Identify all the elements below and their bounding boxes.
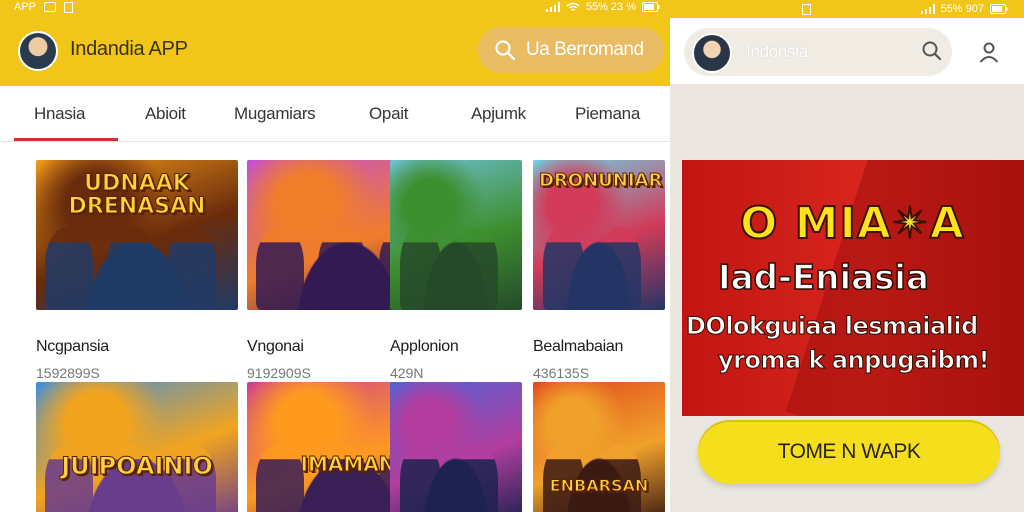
- search-bar[interactable]: Ua Berromand: [478, 27, 664, 73]
- game-character: [457, 445, 498, 512]
- tab-apjumk[interactable]: Apjumk: [471, 104, 526, 124]
- app-home-screen: APP 55% 23 % Indandia APP Ua Berromand H…: [0, 0, 670, 512]
- battery-icon: [990, 4, 1008, 14]
- tab-opait[interactable]: Opait: [369, 104, 408, 124]
- game-character: [400, 445, 441, 512]
- game-logo: DRONUNIAR: [539, 170, 663, 191]
- game-character: [543, 227, 584, 310]
- game-logo: JUIPOAINIO: [61, 452, 214, 480]
- app-title: Indandia APP: [70, 38, 188, 60]
- game-name: Vngonai: [247, 338, 304, 355]
- promo-subtitle: DOlokguiaa lesmaialid: [686, 312, 979, 341]
- signal-icon: [920, 4, 935, 14]
- search-label: Ua Berromand: [526, 39, 644, 60]
- battery-icon: [642, 2, 660, 12]
- status-bar: APP 55% 23 %: [0, 0, 670, 14]
- game-name: Applonion: [390, 338, 459, 355]
- cta-button[interactable]: TOME N WAPK: [698, 420, 1000, 484]
- search-label: Indonsia: [746, 42, 808, 61]
- signal-icon: [545, 2, 560, 12]
- search-header: Indonsia: [670, 18, 1024, 84]
- game-character: [256, 227, 304, 310]
- status-battery-text: 55% 23 %: [585, 1, 636, 13]
- promo-subtitle: yroma k anpugaibm!: [717, 346, 990, 375]
- status-bar: 55% 907: [670, 0, 1024, 18]
- search-icon: [495, 40, 516, 61]
- game-thumbnail[interactable]: [390, 160, 522, 310]
- game-name: Ncgpansia: [36, 338, 109, 355]
- game-character: [318, 227, 366, 310]
- tab-piemana[interactable]: Piemana: [575, 104, 640, 124]
- file-icon: [64, 1, 74, 13]
- avatar[interactable]: [692, 33, 732, 73]
- game-thumbnail[interactable]: JUIPOAINIO: [36, 382, 238, 512]
- game-thumbnail[interactable]: [390, 382, 522, 512]
- game-logo: UDNAAK DRENASAN: [68, 171, 206, 220]
- game-thumbnail[interactable]: ENBARSAN: [533, 382, 665, 512]
- promo-headline: O MIA✴A: [739, 197, 965, 250]
- status-battery-text: 55% 907: [940, 3, 984, 15]
- game-character: [45, 227, 93, 310]
- game-character: [600, 227, 641, 310]
- game-download-count: 9192909S: [247, 365, 311, 381]
- wifi-icon: [566, 2, 580, 11]
- game-download-count: 429N: [390, 365, 424, 381]
- avatar[interactable]: [18, 31, 58, 71]
- tab-hnasia[interactable]: Hnasia: [34, 104, 85, 124]
- user-icon[interactable]: [977, 40, 1001, 64]
- game-character: [400, 227, 441, 310]
- screenshot-root: APP 55% 23 % Indandia APP Ua Berromand H…: [0, 0, 1024, 512]
- game-logo: ENBARSAN: [549, 476, 649, 495]
- thumbnail-art: [36, 382, 238, 512]
- game-download-count: 1592899S: [36, 365, 100, 381]
- game-thumbnail[interactable]: UDNAAK DRENASAN: [36, 160, 238, 310]
- game-grid: UDNAAK DRENASAN Ncgpansia 1592899S Vngon…: [0, 142, 670, 512]
- game-name: Bealmabaian: [533, 338, 624, 355]
- promo-title: Iad-Eniasia: [717, 257, 929, 299]
- game-download-count: 436135S: [533, 365, 590, 381]
- game-character: [457, 227, 498, 310]
- thumbnail-art: [390, 382, 522, 512]
- promo-banner[interactable]: O MIA✴A Iad-Eniasia DOlokguiaa lesmaiali…: [682, 160, 1024, 416]
- game-thumbnail[interactable]: DRONUNIAR: [533, 160, 665, 310]
- tab-mugamiars[interactable]: Mugamiars: [234, 104, 316, 124]
- search-icon[interactable]: [921, 40, 943, 62]
- game-character: [107, 227, 155, 310]
- status-app-label: APP: [14, 1, 37, 13]
- tab-abioit[interactable]: Abioit: [145, 104, 186, 124]
- active-tab-indicator: [14, 138, 118, 141]
- app-bar: APP 55% 23 % Indandia APP Ua Berromand: [0, 0, 670, 86]
- game-character: [168, 227, 216, 310]
- file-icon: [802, 3, 811, 15]
- thumbnail-art: [390, 160, 522, 310]
- promo-screen: 55% 907 Indonsia O MIA✴A Iad-Eniasia DOl…: [670, 0, 1024, 512]
- image-icon: [44, 2, 57, 12]
- category-tabs: Hnasia Abioit Mugamiars Opait Apjumk Pie…: [0, 86, 670, 142]
